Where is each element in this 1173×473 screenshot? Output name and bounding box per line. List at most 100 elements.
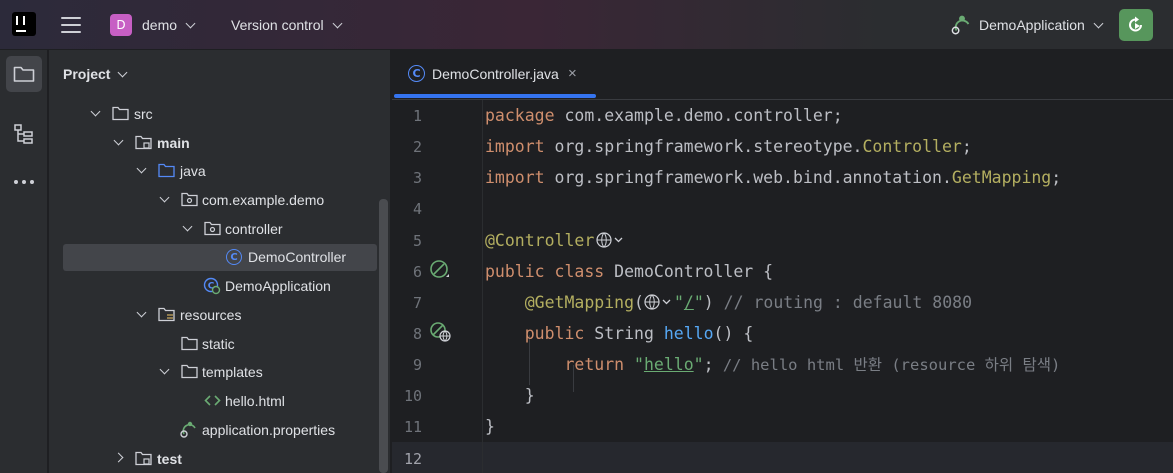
tree-item-hello-html[interactable]: hello.html [49, 388, 379, 415]
code-line-5[interactable]: @Controller [485, 225, 626, 256]
web-globe-inlay-icon[interactable] [596, 231, 626, 249]
rerun-button[interactable] [1119, 9, 1153, 41]
project-selector[interactable]: D demo [110, 0, 196, 50]
expand-arrow-icon[interactable] [159, 192, 170, 203]
tool-window-strip [0, 50, 48, 473]
title-bar: D demo Version control DemoApplication [0, 0, 1173, 50]
line-number: 10 [403, 387, 422, 405]
project-panel-title: Project [63, 66, 111, 82]
code-line-10[interactable]: } [485, 380, 535, 411]
run-config-selector[interactable]: DemoApplication [951, 0, 1104, 50]
spring-bean-gutter-icon[interactable] [429, 259, 451, 281]
code-line-8[interactable]: public String hello() { [485, 318, 754, 349]
package-icon [204, 221, 221, 236]
string-token: " [693, 355, 704, 374]
expand-arrow-icon[interactable] [113, 135, 124, 146]
tree-item-main[interactable]: main [49, 130, 379, 157]
code-token: org.springframework.web.bind.annotation. [544, 168, 952, 187]
tree-item-src[interactable]: src [49, 101, 379, 128]
expand-arrow-icon[interactable] [136, 163, 147, 174]
web-globe-inlay-icon[interactable] [644, 293, 674, 311]
tree-item-templates[interactable]: templates [49, 359, 379, 386]
close-icon[interactable]: × [568, 65, 577, 82]
spring-request-mapping-gutter-icon[interactable] [429, 321, 453, 343]
tree-item-demoapplication[interactable]: C DemoApplication [49, 273, 379, 300]
annotation-token: @GetMapping [524, 293, 635, 312]
tree-item-label: src [134, 106, 153, 122]
main-menu-icon[interactable] [60, 0, 82, 50]
tab-label: DemoController.java [432, 66, 559, 82]
vcs-selector[interactable]: Version control [231, 0, 343, 50]
tree-item-static[interactable]: static [49, 331, 379, 358]
method-name-token: hello [663, 324, 714, 343]
tree-item-label: resources [180, 307, 242, 323]
comment-token: // routing : default 8080 [713, 293, 972, 312]
expand-arrow-icon[interactable] [159, 364, 170, 375]
annotation-token: @Controller [485, 231, 595, 250]
spring-properties-icon [180, 421, 196, 438]
project-tool-button[interactable] [6, 56, 42, 92]
project-scrollbar[interactable] [379, 199, 388, 473]
line-number: 1 [412, 107, 422, 125]
line-number: 9 [412, 356, 422, 374]
line-number: 2 [412, 138, 422, 156]
string-token: " [673, 293, 684, 312]
tree-item-label: templates [202, 364, 263, 380]
tree-item-application-properties[interactable]: application.properties [49, 417, 379, 444]
chevron-down-icon [332, 18, 343, 28]
project-panel: Project src main java com.example.demo c… [49, 50, 391, 473]
chevron-down-icon [185, 18, 196, 28]
expand-arrow-icon[interactable] [90, 106, 101, 117]
test-folder-icon [135, 451, 152, 466]
tree-item-label: controller [225, 221, 283, 237]
structure-icon [14, 124, 33, 144]
keyword-token: package [485, 106, 555, 125]
tree-item-package[interactable]: com.example.demo [49, 187, 379, 214]
tree-item-label: static [202, 336, 235, 352]
tree-item-resources[interactable]: resources [49, 302, 379, 329]
tree-item-java[interactable]: java [49, 158, 379, 185]
tab-democontroller-java[interactable]: C DemoController.java × [392, 50, 596, 100]
project-name: demo [142, 17, 178, 33]
tree-item-democontroller[interactable]: C DemoController [63, 244, 377, 271]
spring-application-class-icon: C [203, 277, 221, 295]
class-reference-token: Controller [862, 137, 962, 156]
class-icon: C [226, 249, 242, 265]
rerun-icon [1129, 16, 1142, 32]
editor-gutter[interactable]: 1 2 3 4 5 6 7 8 9 10 11 12 [392, 100, 482, 473]
more-tools-button[interactable] [6, 164, 42, 200]
code-token: ) [703, 293, 714, 312]
code-line-3[interactable]: import org.springframework.web.bind.anno… [485, 162, 1061, 193]
project-panel-header[interactable]: Project [63, 64, 128, 84]
project-badge-icon: D [110, 14, 132, 36]
collapse-arrow-icon[interactable] [113, 452, 124, 463]
package-icon [181, 192, 198, 207]
code-token: com.example.demo.controller; [554, 106, 843, 125]
code-token: } [524, 386, 535, 405]
vcs-label: Version control [231, 17, 324, 33]
resources-folder-icon [158, 307, 175, 322]
tree-item-controller-package[interactable]: controller [49, 216, 379, 243]
line-number: 3 [412, 169, 422, 187]
intellij-logo-icon[interactable] [12, 12, 36, 36]
code-line-6[interactable]: public class DemoController { [485, 256, 773, 287]
keyword-token: import [485, 137, 545, 156]
folder-icon [181, 364, 198, 379]
code-token: } [485, 417, 495, 436]
tree-item-test[interactable]: test [49, 446, 379, 473]
active-tab-indicator [394, 94, 596, 98]
code-line-1[interactable]: package com.example.demo.controller; [485, 100, 843, 131]
structure-tool-button[interactable] [6, 116, 42, 152]
expand-arrow-icon[interactable] [182, 221, 193, 232]
expand-arrow-icon[interactable] [136, 307, 147, 318]
code-line-11[interactable]: } [485, 411, 495, 442]
tree-item-label: main [157, 135, 190, 151]
code-line-9[interactable]: return "hello"; // hello html 반환 (resour… [485, 349, 1060, 380]
keyword-token: import [485, 168, 545, 187]
keyword-token: public class [485, 262, 605, 281]
line-number: 6 [412, 263, 422, 281]
editor-tab-bar: C DemoController.java × [392, 50, 1173, 100]
code-line-7[interactable]: @GetMapping("/") // routing : default 80… [485, 287, 972, 318]
code-token: ( [634, 293, 644, 312]
code-line-2[interactable]: import org.springframework.stereotype.Co… [485, 131, 972, 162]
